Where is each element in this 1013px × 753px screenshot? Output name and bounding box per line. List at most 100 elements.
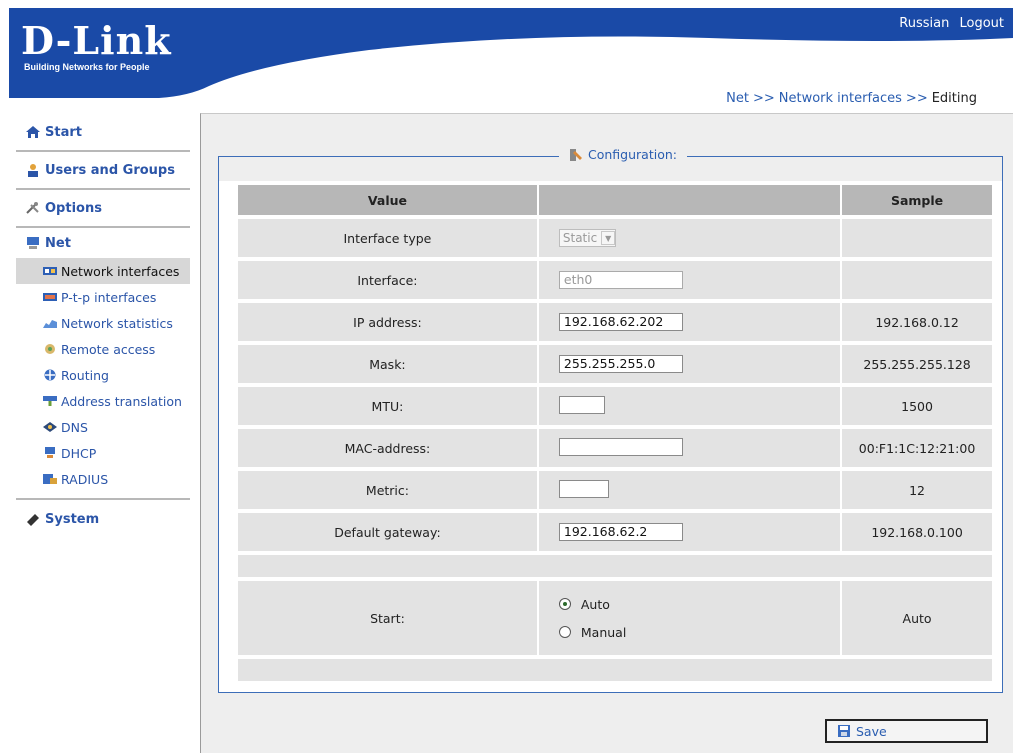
row-sample xyxy=(842,261,992,299)
table-row: Default gateway: 192.168.62.2 192.168.0.… xyxy=(238,513,992,551)
radio-label: Manual xyxy=(580,624,627,640)
sidebar-item-label: Start xyxy=(45,124,82,140)
radio-label: Auto xyxy=(580,596,610,612)
sidebar-item-dns[interactable]: DNS xyxy=(16,414,190,440)
configuration-table: Value Sample Interface type Static ▼ Int… xyxy=(238,181,992,685)
row-sample xyxy=(842,219,992,257)
sidebar-item-users[interactable]: Users and Groups xyxy=(16,152,190,190)
dlink-logo: D-Link Building Networks for People xyxy=(21,18,172,73)
row-label: Default gateway: xyxy=(238,513,537,551)
table-row: IP address: 192.168.62.202 192.168.0.12 xyxy=(238,303,992,341)
legend-text: Configuration: xyxy=(588,147,677,162)
radio-auto[interactable] xyxy=(558,598,571,610)
sidebar-item-label: Net xyxy=(45,235,71,251)
sidebar-item-options[interactable]: Options xyxy=(16,190,190,228)
row-sample: 192.168.0.100 xyxy=(842,513,992,551)
nat-icon xyxy=(43,396,57,406)
row-label: Start: xyxy=(238,581,537,655)
breadcrumb-net[interactable]: Net xyxy=(726,91,749,106)
sidebar-item-dhcp[interactable]: DHCP xyxy=(16,440,190,466)
radio-auto-option[interactable]: Auto xyxy=(558,590,840,618)
sidebar-item-address-translation[interactable]: Address translation xyxy=(16,388,190,414)
mask-field[interactable]: 255.255.255.0 xyxy=(558,355,683,373)
row-sample: 192.168.0.12 xyxy=(842,303,992,341)
sidebar-item-start[interactable]: Start xyxy=(16,114,190,152)
table-row: Interface: eth0 xyxy=(238,261,992,299)
header-input xyxy=(538,185,841,215)
sidebar-item-label: RADIUS xyxy=(61,471,109,487)
sidebar-item-label: Network statistics xyxy=(61,315,173,331)
configuration-fieldset: Configuration: Value Sample Interface ty… xyxy=(218,147,1003,693)
sidebar-item-net[interactable]: Net xyxy=(16,228,190,258)
sidebar-item-routing[interactable]: Routing xyxy=(16,362,190,388)
sidebar-item-label: P-t-p interfaces xyxy=(61,289,157,305)
language-link[interactable]: Russian xyxy=(899,16,949,31)
row-label: IP address: xyxy=(238,303,537,341)
row-label: MAC-address: xyxy=(238,429,537,467)
sidebar-item-network-interfaces[interactable]: Network interfaces xyxy=(16,258,190,284)
logo-text: D-Link xyxy=(21,18,172,63)
dhcp-icon xyxy=(45,447,55,458)
breadcrumb: Net >> Network interfaces >> Editing xyxy=(726,91,977,106)
mac-address-field[interactable] xyxy=(558,437,683,456)
row-label: Metric: xyxy=(238,471,537,509)
sidebar-item-label: Routing xyxy=(61,367,109,383)
table-row: MTU: 1500 xyxy=(238,387,992,425)
configuration-icon xyxy=(570,148,582,161)
spacer-row xyxy=(238,659,992,681)
routing-icon xyxy=(44,369,56,381)
breadcrumb-separator: >> xyxy=(905,91,928,106)
top-links: Russian Logout xyxy=(893,16,1004,31)
save-button[interactable]: Save xyxy=(825,719,988,743)
sidebar-item-label: Users and Groups xyxy=(45,162,175,178)
sidebar-item-radius[interactable]: RADIUS xyxy=(16,466,190,492)
dns-icon xyxy=(43,422,57,432)
chevron-down-icon: ▼ xyxy=(601,231,616,245)
ip-address-field[interactable]: 192.168.62.202 xyxy=(558,313,683,331)
default-gateway-field[interactable]: 192.168.62.2 xyxy=(558,523,683,541)
row-sample: 00:F1:1C:12:21:00 xyxy=(842,429,992,467)
start-row: Start: Auto Manual Auto xyxy=(238,581,992,655)
sidebar-item-label: Options xyxy=(45,200,102,216)
sidebar-item-system[interactable]: System xyxy=(16,500,190,538)
logo-tagline: Building Networks for People xyxy=(24,62,150,72)
table-row: Mask: 255.255.255.0 255.255.255.128 xyxy=(238,345,992,383)
interface-type-select[interactable]: Static ▼ xyxy=(558,229,617,247)
computer-icon xyxy=(27,237,39,249)
row-label: Interface: xyxy=(238,261,537,299)
header-sample: Sample xyxy=(842,185,992,215)
header-value: Value xyxy=(238,185,537,215)
home-icon xyxy=(26,126,40,138)
users-icon xyxy=(28,164,38,177)
table-row: MAC-address: 00:F1:1C:12:21:00 xyxy=(238,429,992,467)
logout-link[interactable]: Logout xyxy=(959,16,1004,31)
breadcrumb-current: Editing xyxy=(931,91,977,106)
breadcrumb-network-interfaces[interactable]: Network interfaces xyxy=(779,91,902,106)
sidebar-item-label: DHCP xyxy=(61,445,97,461)
sidebar-item-network-statistics[interactable]: Network statistics xyxy=(16,310,190,336)
radio-manual-option[interactable]: Manual xyxy=(558,618,840,646)
row-label: Mask: xyxy=(238,345,537,383)
radius-icon xyxy=(43,474,57,484)
breadcrumb-separator: >> xyxy=(752,91,775,106)
sidebar-item-label: System xyxy=(45,511,100,527)
sidebar-item-label: Remote access xyxy=(61,341,156,357)
network-card-icon xyxy=(43,267,57,275)
save-icon xyxy=(838,725,850,737)
row-sample: 1500 xyxy=(842,387,992,425)
sidebar-item-label: Address translation xyxy=(61,393,182,409)
sidebar-item-ptp-interfaces[interactable]: P-t-p interfaces xyxy=(16,284,190,310)
table-row: Metric: 12 xyxy=(238,471,992,509)
metric-field[interactable] xyxy=(558,479,609,498)
radio-manual[interactable] xyxy=(558,626,571,638)
save-label: Save xyxy=(856,723,887,739)
spacer-row xyxy=(238,555,992,577)
content-panel: Configuration: Value Sample Interface ty… xyxy=(200,113,1013,753)
row-sample: 255.255.255.128 xyxy=(842,345,992,383)
row-sample: Auto xyxy=(842,581,992,655)
sidebar-item-remote-access[interactable]: Remote access xyxy=(16,336,190,362)
header: D-Link Building Networks for People Russ… xyxy=(9,8,1013,98)
mtu-field[interactable] xyxy=(558,395,605,414)
remote-access-icon xyxy=(45,344,55,354)
interface-field[interactable]: eth0 xyxy=(558,271,683,289)
